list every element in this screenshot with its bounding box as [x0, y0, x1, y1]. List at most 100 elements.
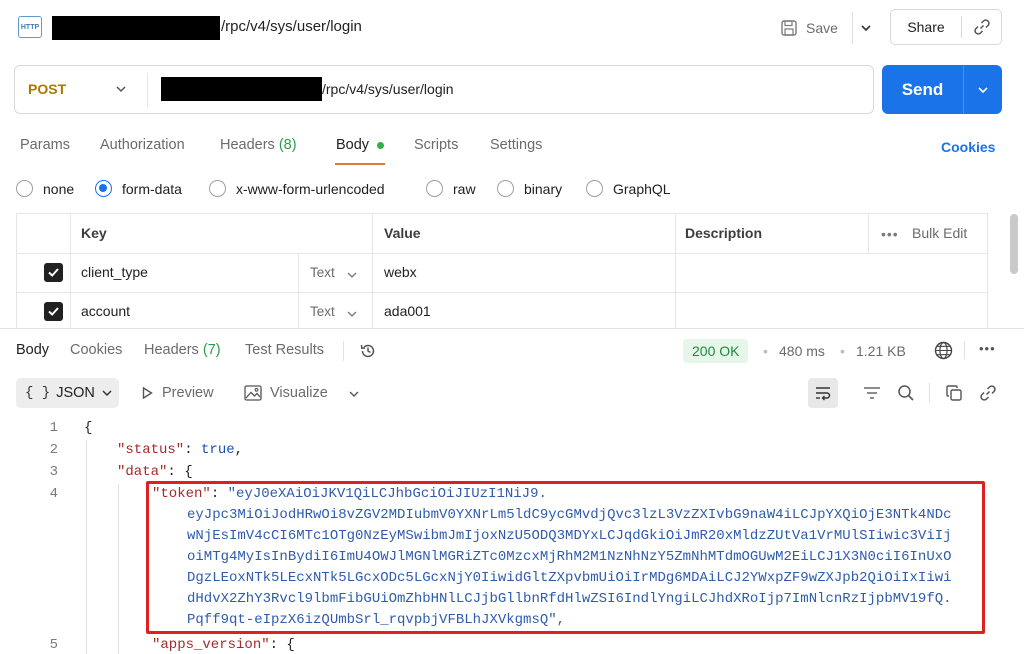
row-type-select[interactable]: Text	[310, 265, 335, 280]
code-line[interactable]: "apps_version": {	[152, 637, 295, 653]
tab-headers-count: (8)	[278, 137, 297, 153]
tab-headers-label: Headers	[220, 137, 275, 153]
search-icon[interactable]	[894, 381, 918, 405]
row-checkbox[interactable]	[44, 263, 63, 282]
radio-form-data[interactable]: form-data	[95, 180, 182, 197]
globe-icon[interactable]	[932, 339, 954, 361]
col-key-header: Key	[81, 225, 107, 241]
table-col-divider	[70, 213, 71, 329]
more-options-icon[interactable]: •••	[979, 341, 996, 356]
url-input[interactable]: /rpc/v4/sys/user/login	[322, 81, 454, 97]
row-key[interactable]: account	[81, 303, 130, 319]
format-select[interactable]: { } JSON	[16, 378, 119, 408]
radio-none-circle	[16, 180, 33, 197]
wrap-lines-icon[interactable]	[808, 378, 838, 408]
code-line[interactable]: {	[84, 420, 92, 436]
send-options-chevron-icon[interactable]	[964, 65, 1002, 114]
radio-graphql[interactable]: GraphQL	[586, 180, 671, 197]
share-group: Share	[890, 9, 1002, 45]
send-button[interactable]: Send	[882, 65, 963, 114]
response-tab-cookies[interactable]: Cookies	[70, 342, 122, 358]
line-number: 2	[49, 442, 58, 458]
http-method-select[interactable]: POST	[28, 81, 66, 97]
tab-settings[interactable]: Settings	[490, 137, 542, 153]
meta-separator: •	[763, 343, 768, 359]
row-value[interactable]: ada001	[384, 303, 431, 319]
visualize-button[interactable]: Visualize	[244, 378, 328, 408]
radio-none[interactable]: none	[16, 180, 74, 197]
radio-binary[interactable]: binary	[497, 180, 562, 197]
response-tab-headers-label: Headers	[144, 342, 199, 358]
type-chevron-down-icon[interactable]	[346, 268, 358, 284]
json-key: "apps_version"	[152, 637, 270, 653]
filter-icon[interactable]	[860, 382, 884, 404]
response-tab-headers[interactable]: Headers (7)	[144, 342, 221, 358]
visualize-label: Visualize	[270, 385, 328, 401]
history-icon[interactable]	[356, 339, 380, 363]
table-header-divider	[16, 253, 988, 254]
redacted-url-host	[161, 77, 322, 101]
row-value[interactable]: webx	[384, 264, 417, 280]
radio-none-label: none	[43, 180, 75, 197]
url-divider	[147, 73, 148, 107]
cookies-link[interactable]: Cookies	[941, 139, 995, 155]
preview-button[interactable]: Preview	[140, 378, 214, 408]
save-button[interactable]: Save	[780, 14, 838, 42]
tab-params[interactable]: Params	[20, 137, 70, 153]
radio-urlencoded-label: x-www-form-urlencoded	[236, 180, 385, 197]
response-time[interactable]: 480 ms	[779, 343, 825, 359]
json-value: true	[201, 442, 235, 458]
pane-splitter[interactable]	[0, 328, 1024, 329]
preview-label: Preview	[162, 385, 214, 401]
radio-form-data-label: form-data	[122, 180, 182, 197]
request-title[interactable]: /rpc/v4/sys/user/login	[221, 18, 362, 35]
save-options-chevron-icon[interactable]	[856, 16, 876, 40]
table-col-divider	[298, 253, 299, 329]
response-scrollbar-track[interactable]	[1011, 415, 1018, 645]
radio-urlencoded[interactable]: x-www-form-urlencoded	[209, 180, 385, 197]
active-tab-underline	[335, 163, 385, 165]
row-checkbox[interactable]	[44, 302, 63, 321]
save-icon	[781, 20, 797, 36]
method-chevron-down-icon[interactable]	[112, 80, 130, 98]
redacted-host	[52, 16, 220, 40]
request-scrollbar-thumb[interactable]	[1010, 214, 1018, 274]
toolbar-divider	[964, 341, 965, 359]
visualize-chevron-down-icon[interactable]	[348, 387, 360, 403]
tab-scripts[interactable]: Scripts	[414, 137, 458, 153]
copy-icon[interactable]	[942, 381, 966, 405]
tab-authorization[interactable]: Authorization	[100, 137, 185, 153]
row-type-select[interactable]: Text	[310, 304, 335, 319]
indent-guide	[86, 440, 87, 654]
row-key[interactable]: client_type	[81, 264, 148, 280]
format-label: JSON	[56, 385, 95, 401]
json-punct: : {	[269, 637, 295, 653]
json-punct: : {	[167, 464, 193, 480]
json-punct: ,	[234, 442, 244, 458]
radio-graphql-circle	[586, 180, 603, 197]
response-size[interactable]: 1.21 KB	[856, 343, 906, 359]
table-row-divider	[16, 292, 988, 293]
tab-headers[interactable]: Headers (8)	[220, 137, 297, 153]
response-tab-body[interactable]: Body	[16, 342, 49, 358]
line-number: 1	[49, 420, 58, 436]
radio-raw-label: raw	[453, 180, 476, 197]
tab-body[interactable]: Body	[336, 137, 369, 153]
type-chevron-down-icon[interactable]	[346, 307, 358, 323]
share-button[interactable]: Share	[891, 19, 961, 35]
radio-raw-circle	[426, 180, 443, 197]
more-options-icon[interactable]: •••	[881, 226, 899, 242]
copy-link-icon[interactable]	[962, 10, 1001, 44]
link-icon[interactable]	[976, 381, 1000, 405]
response-tab-headers-count: (7)	[202, 342, 221, 358]
status-badge[interactable]: 200 OK	[683, 339, 749, 363]
save-divider	[852, 12, 853, 44]
response-tab-test-results[interactable]: Test Results	[245, 342, 324, 358]
radio-raw[interactable]: raw	[426, 180, 476, 197]
bulk-edit-button[interactable]: Bulk Edit	[912, 225, 967, 241]
code-line[interactable]: "status": true,	[117, 442, 243, 458]
code-line[interactable]: "data": {	[117, 464, 193, 480]
check-icon	[48, 307, 59, 316]
json-punct: :	[184, 442, 202, 458]
form-data-table	[16, 213, 988, 329]
